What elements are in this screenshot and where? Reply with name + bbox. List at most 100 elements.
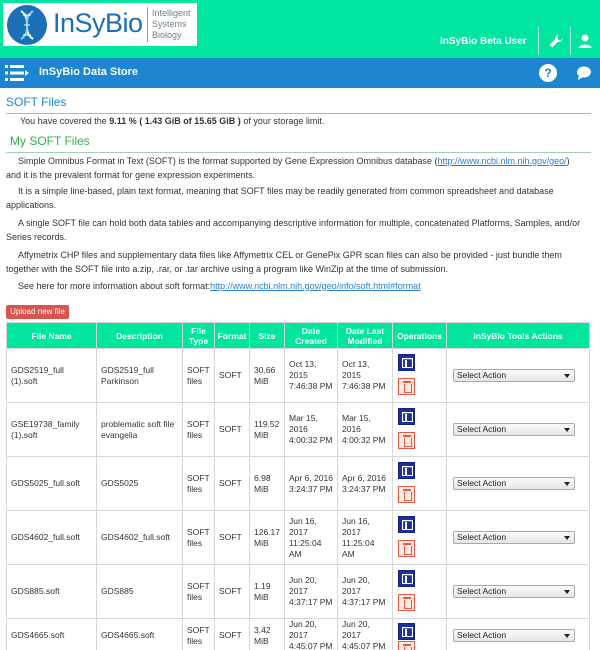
operations-cell	[392, 564, 447, 619]
top-header: InSyBio Intelligent Systems Biology InSy…	[0, 0, 600, 58]
column-header-description[interactable]: Description	[96, 322, 183, 349]
file-name-cell: GDS5025_full.soft	[6, 456, 97, 511]
geo-link[interactable]: http://www.ncbi.nlm.nih.gov/geo/	[438, 156, 567, 166]
chat-icon[interactable]	[576, 65, 592, 81]
logo-subtitle-line: Systems	[152, 19, 187, 29]
header-separator	[570, 27, 571, 55]
section-divider	[6, 152, 591, 153]
description-cell: GDS885	[96, 564, 183, 619]
operations-cell	[392, 510, 447, 565]
logo-subtitle-line: Intelligent	[152, 8, 191, 18]
select-action-dropdown[interactable]: Select Action	[453, 629, 575, 642]
more-info-text: See here for more information about soft…	[18, 281, 211, 291]
tools-actions-cell: Select Action	[446, 618, 590, 650]
tools-actions-cell: Select Action	[446, 564, 590, 619]
table-row: GDS4602_full.soft GDS4602_full.soft SOFT f…	[6, 510, 590, 565]
upload-new-file-button[interactable]: Upload new file	[6, 305, 69, 319]
records-paragraph: A single SOFT file can hold both data ta…	[6, 216, 591, 244]
format-cell: SOFT	[214, 618, 250, 650]
more-info-paragraph: See here for more information about soft…	[6, 279, 591, 293]
column-header-file-name[interactable]: File Name	[6, 322, 97, 349]
date-modified-cell: Mar 15, 2016 4:00:32 PM	[337, 402, 393, 457]
file-name-cell: GDS885.soft	[6, 564, 97, 619]
format-cell: SOFT	[214, 348, 250, 403]
select-action-dropdown[interactable]: Select Action	[453, 477, 575, 490]
file-name-cell: GSE19738_family (1).soft	[6, 402, 97, 457]
wrench-icon[interactable]	[548, 33, 564, 49]
operations-cell	[392, 456, 447, 511]
select-action-value: Select Action	[457, 478, 507, 488]
select-action-value: Select Action	[457, 586, 507, 596]
select-action-dropdown[interactable]: Select Action	[453, 531, 575, 544]
chevron-down-icon	[564, 634, 570, 638]
tools-actions-cell: Select Action	[446, 348, 590, 403]
page-title: SOFT Files	[6, 95, 67, 109]
user-name[interactable]: InSyBio Beta User	[440, 36, 527, 47]
nav-title[interactable]: InSyBio Data Store	[39, 66, 138, 78]
column-header-format[interactable]: Format	[214, 322, 250, 349]
delete-file-icon[interactable]	[398, 540, 415, 557]
edit-file-icon[interactable]	[398, 462, 415, 479]
select-action-dropdown[interactable]: Select Action	[453, 423, 575, 436]
column-header-tools-actions: InSyBio Tools Actions	[446, 322, 590, 349]
table-row: GDS885.soft GDS885 SOFT files SOFT 1.19 MiB J…	[6, 564, 590, 619]
date-modified-cell: Jun 16, 2017 11:25:04 AM	[337, 510, 393, 565]
select-action-value: Select Action	[457, 532, 507, 542]
edit-file-icon[interactable]	[398, 623, 415, 640]
date-created-cell: Apr 6, 2016 3:24:37 PM	[284, 456, 338, 511]
chevron-down-icon	[564, 374, 570, 378]
size-cell: 1.19 MiB	[249, 564, 285, 619]
column-header-file-type[interactable]: File Type	[182, 322, 215, 349]
size-cell: 119.52 MiB	[249, 402, 285, 457]
storage-prefix: You have covered the	[20, 116, 110, 126]
delete-file-icon[interactable]	[398, 378, 415, 395]
logo-subtitle-line: Biology	[152, 30, 182, 40]
edit-file-icon[interactable]	[398, 354, 415, 371]
user-icon[interactable]	[577, 33, 593, 49]
tools-actions-cell: Select Action	[446, 456, 590, 511]
select-action-dropdown[interactable]: Select Action	[453, 369, 575, 382]
description-cell: GDS5025	[96, 456, 183, 511]
bundle-text: Affymetrix CHP files and supplementary d…	[6, 250, 562, 274]
edit-file-icon[interactable]	[398, 408, 415, 425]
insybio-logo[interactable]: InSyBio Intelligent Systems Biology	[3, 3, 197, 46]
file-name-cell: GDS4602_full.soft	[6, 510, 97, 565]
format-text: It is a simple line-based, plain text fo…	[6, 186, 554, 210]
section-title: My SOFT Files	[10, 134, 90, 148]
tools-actions-cell: Select Action	[446, 402, 590, 457]
description-cell: GDS4665.soft	[96, 618, 183, 650]
delete-file-icon[interactable]	[398, 594, 415, 611]
dna-logo-icon	[7, 5, 47, 45]
operations-cell	[392, 402, 447, 457]
date-created-cell: Jun 16, 2017 11:25:04 AM	[284, 510, 338, 565]
tools-actions-cell: Select Action	[446, 510, 590, 565]
edit-file-icon[interactable]	[398, 570, 415, 587]
column-header-size[interactable]: Size	[249, 322, 285, 349]
format-cell: SOFT	[214, 456, 250, 511]
size-cell: 30.66 MiB	[249, 348, 285, 403]
select-action-value: Select Action	[457, 424, 507, 434]
title-divider	[6, 113, 591, 114]
file-type-cell: SOFT files	[182, 348, 215, 403]
delete-file-icon[interactable]	[398, 486, 415, 503]
table-row: GDS2519_full (1).soft GDS2519_full Parkin…	[6, 348, 590, 403]
description-cell: GDS2519_full Parkinson	[96, 348, 183, 403]
delete-file-icon[interactable]	[398, 641, 415, 650]
select-action-dropdown[interactable]: Select Action	[453, 585, 575, 598]
column-header-date-modified[interactable]: Date Last Modified	[337, 322, 393, 349]
soft-format-link[interactable]: http://www.ncbi.nlm.nih.gov/geo/info/sof…	[210, 281, 421, 291]
operations-cell	[392, 348, 447, 403]
delete-file-icon[interactable]	[398, 432, 415, 449]
file-name-cell: GDS4665.soft	[6, 618, 97, 650]
bundle-paragraph: Affymetrix CHP files and supplementary d…	[6, 248, 591, 276]
help-icon[interactable]: ?	[539, 64, 557, 82]
size-cell: 126.17 MiB	[249, 510, 285, 565]
hamburger-menu-icon[interactable]	[5, 64, 29, 82]
file-type-cell: SOFT files	[182, 618, 215, 650]
date-created-cell: Jun 20, 2017 4:45:07 PM	[284, 618, 338, 650]
column-header-date-created[interactable]: Date Created	[284, 322, 338, 349]
edit-file-icon[interactable]	[398, 516, 415, 533]
size-cell: 6.98 MiB	[249, 456, 285, 511]
format-cell: SOFT	[214, 564, 250, 619]
operations-cell	[392, 618, 447, 650]
